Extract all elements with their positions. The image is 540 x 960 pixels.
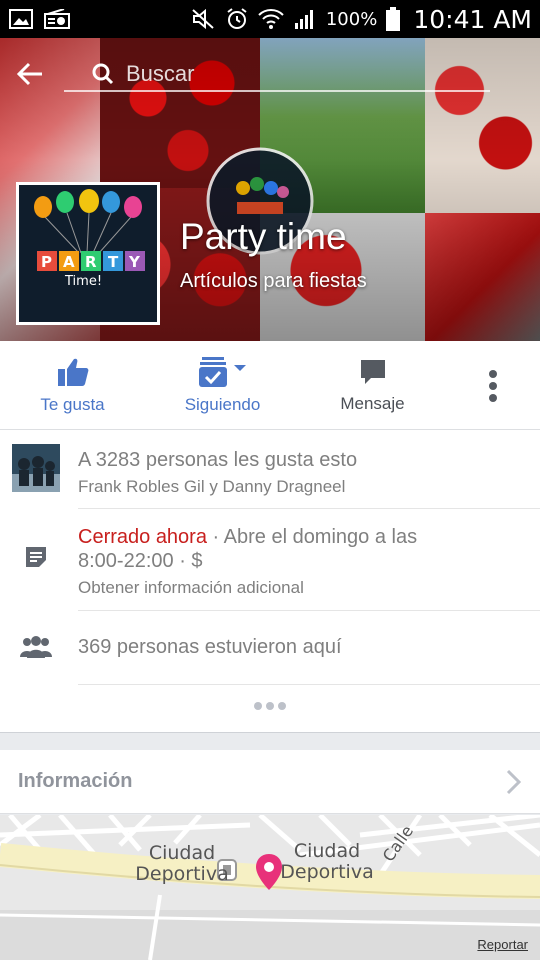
location-map[interactable]: Ciudad Deportiva Ciudad Deportiva Calle … (0, 815, 540, 960)
search-input[interactable] (126, 61, 426, 87)
opening-time-text: · Abre el domingo a las (206, 526, 418, 548)
mute-icon (190, 8, 216, 30)
party-logo: P A R T Y Time! (19, 185, 157, 322)
checkins-text: 369 personas estuvieron aquí (78, 636, 342, 658)
action-bar: Te gusta Siguiendo Mensaje (0, 341, 540, 430)
report-link[interactable]: Reportar (477, 937, 528, 952)
following-button[interactable]: Siguiendo (145, 341, 300, 430)
page-title: Party time (180, 216, 347, 257)
svg-text:P: P (41, 253, 52, 271)
about-card: A 3283 personas les gusta esto Frank Rob… (0, 430, 540, 732)
more-vertical-icon (488, 369, 497, 402)
svg-text:Y: Y (128, 253, 141, 271)
signal-icon (292, 8, 318, 30)
likes-row[interactable]: A 3283 personas les gusta esto Frank Rob… (0, 430, 540, 509)
wifi-icon (258, 8, 284, 30)
friends-avatar (12, 444, 60, 492)
back-button[interactable] (0, 48, 60, 100)
hours-row[interactable]: Cerrado ahora · Abre el domingo a las 8:… (0, 509, 540, 611)
thumbs-up-icon (57, 358, 88, 386)
likes-count-text: A 3283 personas les gusta esto (78, 449, 358, 471)
like-label: Te gusta (40, 394, 105, 414)
more-options-button[interactable] (445, 341, 540, 430)
svg-text:A: A (63, 253, 75, 271)
back-arrow-icon (17, 62, 42, 86)
svg-text:T: T (108, 253, 119, 271)
alarm-icon (224, 8, 250, 30)
svg-text:R: R (85, 253, 97, 271)
cover-photo[interactable]: P A R T Y Time! Party time Artículos par… (0, 38, 540, 341)
more-info-link[interactable]: Obtener información adicional (78, 577, 528, 599)
search-icon[interactable] (88, 59, 118, 89)
map-place-label: Deportiva (280, 861, 374, 883)
profile-picture[interactable]: P A R T Y Time! (16, 182, 160, 325)
battery-icon (385, 7, 401, 31)
checkins-row[interactable]: 369 personas estuvieron aquí (0, 611, 540, 685)
radio-icon (44, 8, 70, 30)
information-section[interactable]: Información (0, 750, 540, 814)
message-icon (360, 359, 385, 384)
map-place-label: Ciudad (148, 842, 216, 864)
clock-time: 10:41 AM (413, 4, 532, 34)
page-category: Artículos para fiestas (180, 270, 367, 292)
opening-hours-text: 8:00-22:00 · $ (78, 550, 203, 572)
like-button[interactable]: Te gusta (0, 341, 145, 430)
screen: 100% 10:41 AM Buscar P A R T Y Time! Par… (0, 0, 540, 960)
status-bar: 100% 10:41 AM (0, 0, 540, 38)
svg-text:Time!: Time! (64, 274, 102, 289)
see-more-dots[interactable] (0, 702, 540, 710)
map-place-label: Deportiva (135, 863, 229, 885)
image-icon (8, 8, 34, 30)
message-button[interactable]: Mensaje (300, 341, 445, 430)
information-label: Información (18, 770, 133, 792)
map-place-label: Ciudad (293, 840, 361, 862)
people-icon (12, 627, 60, 667)
closed-now-status: Cerrado ahora (78, 526, 207, 548)
message-label: Mensaje (340, 393, 405, 413)
battery-percent: 100% (325, 8, 378, 30)
following-check-icon (198, 356, 227, 387)
chevron-right-icon (506, 769, 522, 794)
chevron-down-icon (233, 364, 246, 371)
hours-info-icon (12, 537, 60, 577)
map-pin-icon (256, 854, 282, 890)
search-bar (0, 48, 540, 100)
following-label: Siguiendo (184, 394, 261, 414)
friends-like-text: Frank Robles Gil y Danny Dragneel (78, 477, 346, 496)
